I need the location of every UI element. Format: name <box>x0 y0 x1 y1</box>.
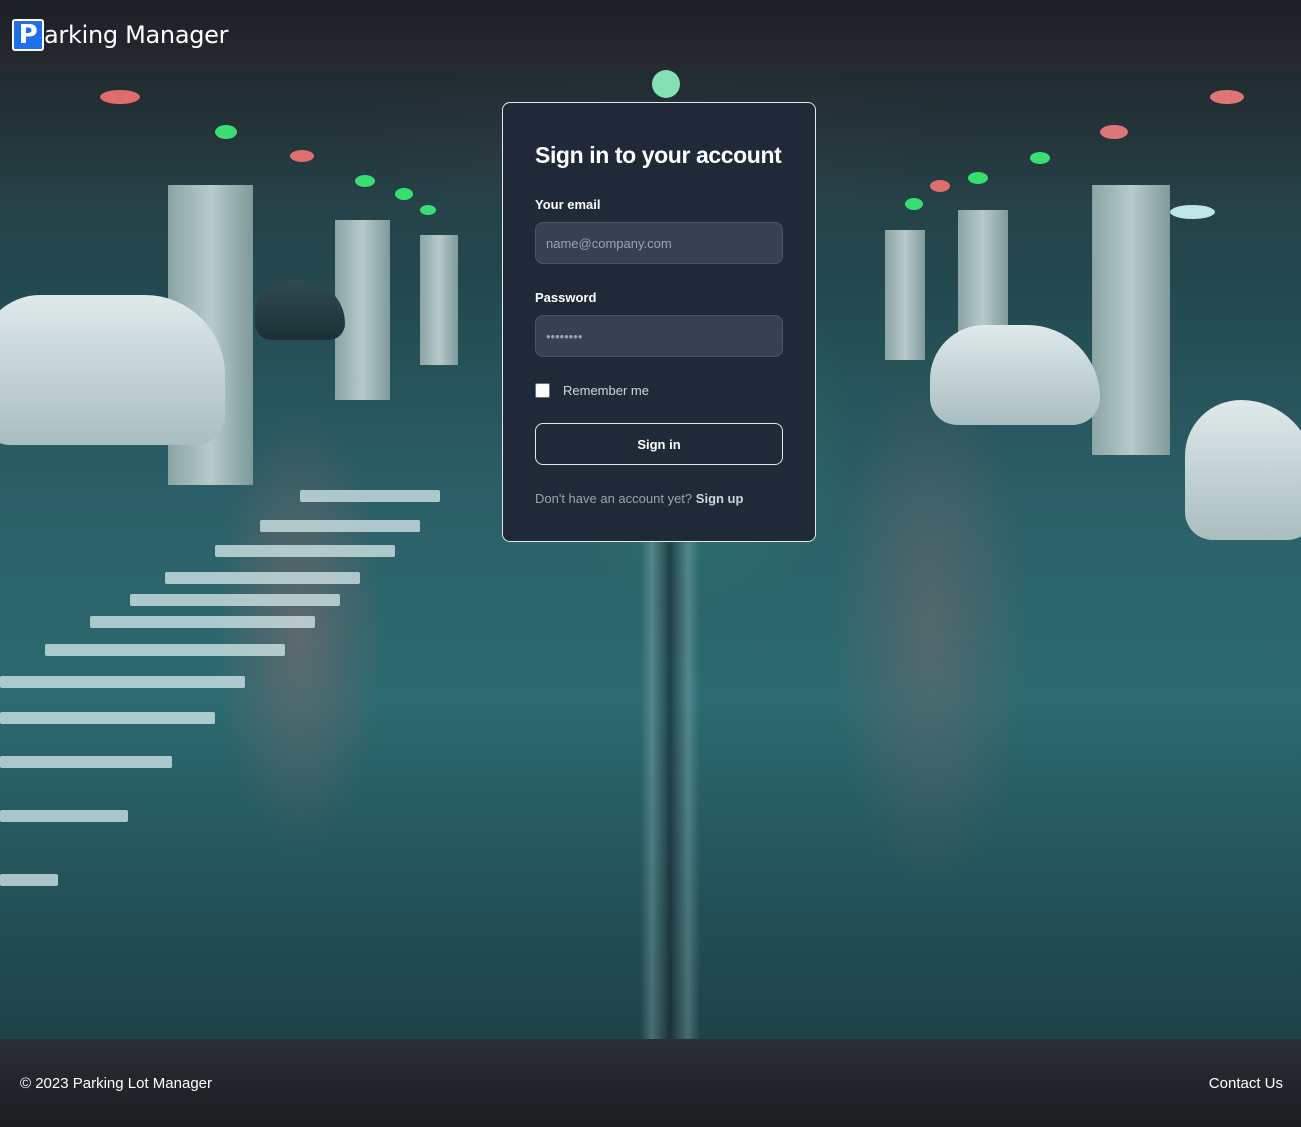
password-field[interactable] <box>535 315 783 357</box>
ceiling-light <box>355 175 375 187</box>
ceiling-light <box>100 90 140 104</box>
garage-pillar <box>335 220 390 400</box>
login-title: Sign in to your account <box>535 142 782 168</box>
ceiling-light <box>420 205 436 215</box>
top-navbar: P arking Manager <box>0 0 1301 70</box>
login-card: Sign in to your account Your email Passw… <box>502 102 816 542</box>
ceiling-light <box>1100 125 1128 139</box>
crosswalk-stripe <box>45 644 285 656</box>
crosswalk-stripe <box>0 874 58 886</box>
password-label: Password <box>535 290 597 305</box>
email-field[interactable] <box>535 222 783 264</box>
crosswalk-stripe <box>0 712 215 724</box>
parking-p-icon: P <box>12 19 44 51</box>
ceiling-light <box>652 70 680 98</box>
signup-prompt: Don't have an account yet? <box>535 491 693 506</box>
ceiling-light <box>1030 152 1050 164</box>
sign-in-button[interactable]: Sign in <box>535 423 783 465</box>
parked-car <box>930 325 1100 425</box>
signup-prompt-row: Don't have an account yet? Sign up <box>535 491 783 506</box>
crosswalk-stripe <box>260 520 420 532</box>
brand-name: arking Manager <box>44 21 229 49</box>
garage-pillar <box>1092 185 1170 455</box>
ceiling-light <box>905 198 923 210</box>
ceiling-light <box>290 150 314 162</box>
ceiling-light <box>395 188 413 200</box>
page-footer: © 2023 Parking Lot Manager Contact Us <box>0 1039 1301 1127</box>
copyright-text: © 2023 Parking Lot Manager <box>20 1074 213 1092</box>
brand-logo-link[interactable]: P arking Manager <box>12 19 229 51</box>
center-drain-line <box>640 540 700 1039</box>
parked-car <box>0 295 225 445</box>
remember-me-row: Remember me <box>535 383 783 398</box>
crosswalk-stripe <box>165 572 360 584</box>
garage-pillar <box>885 230 925 360</box>
parked-car <box>255 280 345 340</box>
ceiling-light <box>1170 205 1215 219</box>
email-label: Your email <box>535 197 601 212</box>
parked-car <box>1185 400 1301 540</box>
ceiling-light <box>1210 90 1244 104</box>
ceiling-light <box>215 125 237 139</box>
ceiling-light <box>968 172 988 184</box>
crosswalk-stripe <box>0 810 128 822</box>
crosswalk-stripe <box>300 490 440 502</box>
crosswalk-stripe <box>90 616 315 628</box>
garage-pillar <box>420 235 458 365</box>
remember-me-checkbox[interactable] <box>535 383 550 398</box>
crosswalk-stripe <box>130 594 340 606</box>
sign-up-link[interactable]: Sign up <box>696 491 744 506</box>
contact-us-link[interactable]: Contact Us <box>1209 1075 1283 1092</box>
crosswalk-stripe <box>215 545 395 557</box>
remember-me-label: Remember me <box>563 383 649 398</box>
crosswalk-stripe <box>0 676 245 688</box>
crosswalk-stripe <box>0 756 172 768</box>
ceiling-light <box>930 180 950 192</box>
